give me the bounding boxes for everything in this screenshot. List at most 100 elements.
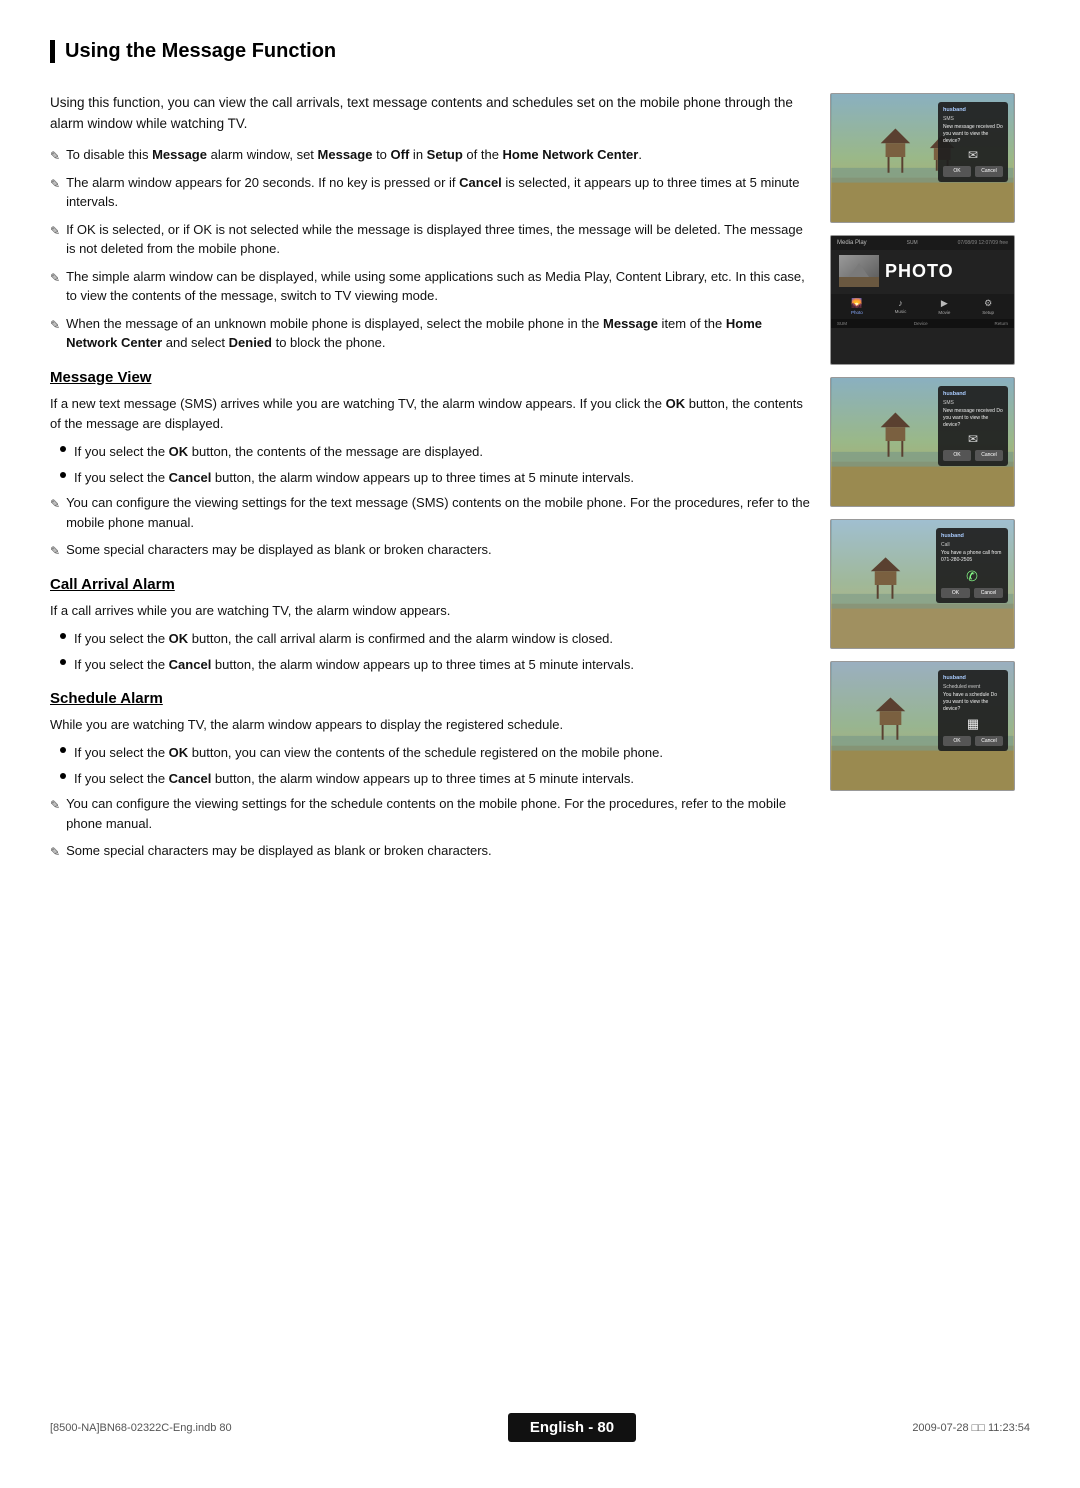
media-play-screen: Media Play SUM 07/08/09 12:07/09 free	[831, 236, 1014, 364]
subsection-call-title: Call Arrival Alarm	[50, 576, 810, 593]
tv-popup-cancel-sms-1: Cancel	[975, 166, 1003, 177]
media-photo-label: PHOTO	[885, 261, 954, 282]
media-nav-setup-label: Setup	[982, 310, 994, 315]
bullet-ca-2: If you select the Cancel button, the ala…	[60, 655, 810, 675]
bullet-text-mv-2: If you select the Cancel button, the ala…	[74, 468, 810, 488]
scenic-bg-3: husband Call You have a phone call from …	[831, 520, 1014, 648]
media-header: Media Play SUM 07/08/09 12:07/09 free	[831, 236, 1014, 250]
note-icon-mv-1: ✎	[50, 495, 60, 513]
subsection-message-view: Message View If a new text message (SMS)…	[50, 369, 810, 560]
bullet-text-sa-2: If you select the Cancel button, the ala…	[74, 769, 810, 789]
page-footer: [8500-NA]BN68-02322C-Eng.indb 80 English…	[50, 1413, 1030, 1442]
note-text-sa-2: Some special characters may be displayed…	[66, 841, 810, 861]
note-icon-4: ✎	[50, 269, 60, 287]
bullet-dot-ca-2	[60, 659, 66, 665]
note-icon-3: ✎	[50, 222, 60, 240]
tv-popup-ok-sched: OK	[943, 736, 971, 747]
media-nav-setup: ⚙ Setup	[982, 298, 994, 315]
footer-left-text: [8500-NA]BN68-02322C-Eng.indb 80	[50, 1422, 232, 1434]
section-title-text: Using the Message Function	[65, 40, 336, 63]
note-sa-2: ✎ Some special characters may be display…	[50, 841, 810, 861]
note-mv-2: ✎ Some special characters may be display…	[50, 540, 810, 560]
bullet-sa-2: If you select the Cancel button, the ala…	[60, 769, 810, 789]
media-nav-setup-icon: ⚙	[984, 298, 992, 309]
note-text-4: The simple alarm window can be displayed…	[66, 267, 810, 306]
note-item-5: ✎ When the message of an unknown mobile …	[50, 314, 810, 353]
tv-popup-btns-call: OK Cancel	[941, 588, 1003, 599]
bullet-ca-1: If you select the OK button, the call ar…	[60, 629, 810, 649]
bullet-text-mv-1: If you select the OK button, the content…	[74, 442, 810, 462]
notes-list: ✎ To disable this Message alarm window, …	[50, 145, 810, 353]
tv-popup-msg-sched: You have a schedule Do you want to view …	[943, 692, 1003, 713]
tv-popup-btns-sched: OK Cancel	[943, 736, 1003, 747]
media-footer: SUM Device Return	[831, 319, 1014, 328]
tv-popup-ok-call: OK	[941, 588, 970, 599]
subsection-schedule-intro: While you are watching TV, the alarm win…	[50, 715, 810, 735]
tv-popup-title-sched: husband	[943, 675, 1003, 682]
tv-popup-icon-sms-2: ✉	[943, 432, 1003, 448]
scenic-bg-1: husband SMS New message received Do you …	[831, 94, 1014, 222]
media-footer-left: SUM	[837, 321, 847, 326]
media-footer-return: Return	[994, 321, 1008, 326]
tv-popup-icon-sms-1: ✉	[943, 148, 1003, 164]
tv-popup-label-sms-1: SMS	[943, 116, 1003, 123]
media-nav-music-icon: ♪	[898, 298, 903, 308]
note-text-sa-1: You can configure the viewing settings f…	[66, 794, 810, 833]
page-container: Using the Message Function Using this fu…	[0, 0, 1080, 1488]
footer-right-text: 2009-07-28 □□ 11:23:54	[912, 1422, 1030, 1434]
note-item-4: ✎ The simple alarm window can be display…	[50, 267, 810, 306]
media-nav: 🌄 Photo ♪ Music ▶ Movie ⚙	[831, 294, 1014, 319]
left-column: Using this function, you can view the ca…	[50, 93, 810, 871]
note-text-1: To disable this Message alarm window, se…	[66, 145, 810, 165]
screenshot-sms-1: husband SMS New message received Do you …	[830, 93, 1015, 223]
subsection-schedule-alarm: Schedule Alarm While you are watching TV…	[50, 690, 810, 861]
tv-popup-ok-sms-2: OK	[943, 450, 971, 461]
note-icon-1: ✎	[50, 147, 60, 165]
tv-popup-btns-sms-1: OK Cancel	[943, 166, 1003, 177]
right-column: husband SMS New message received Do you …	[830, 93, 1030, 871]
tv-popup-label-sms-2: SMS	[943, 400, 1003, 407]
bullet-dot-mv-1	[60, 446, 66, 452]
media-nav-photo: 🌄 Photo	[851, 298, 863, 315]
tv-popup-msg-sms-1: New message received Do you want to view…	[943, 124, 1003, 145]
note-icon-sa-2: ✎	[50, 843, 60, 861]
note-text-5: When the message of an unknown mobile ph…	[66, 314, 810, 353]
section-title: Using the Message Function	[50, 40, 1030, 63]
tv-popup-msg-call: You have a phone call from 071-280-2505	[941, 550, 1003, 564]
tv-popup-title-call: husband	[941, 533, 1003, 540]
note-item-2: ✎ The alarm window appears for 20 second…	[50, 173, 810, 212]
media-thumb	[839, 255, 879, 287]
media-nav-music: ♪ Music	[895, 298, 907, 315]
bullet-text-ca-2: If you select the Cancel button, the ala…	[74, 655, 810, 675]
note-icon-5: ✎	[50, 316, 60, 334]
tv-popup-icon-sched: ▦	[943, 716, 1003, 733]
note-mv-1: ✎ You can configure the viewing settings…	[50, 493, 810, 532]
tv-popup-label-call: Call	[941, 542, 1003, 549]
tv-popup-schedule: husband Scheduled event You have a sched…	[938, 670, 1008, 751]
media-nav-music-label: Music	[895, 309, 907, 314]
screenshot-media-play: Media Play SUM 07/08/09 12:07/09 free	[830, 235, 1015, 365]
media-photo-area: PHOTO	[831, 250, 1014, 292]
note-text-mv-1: You can configure the viewing settings f…	[66, 493, 810, 532]
media-nav-movie-icon: ▶	[941, 298, 948, 309]
screenshot-sms-2: husband SMS New message received Do you …	[830, 377, 1015, 507]
note-icon-mv-2: ✎	[50, 542, 60, 560]
tv-popup-call: husband Call You have a phone call from …	[936, 528, 1008, 603]
screenshot-schedule: husband Scheduled event You have a sched…	[830, 661, 1015, 791]
subsection-message-view-intro: If a new text message (SMS) arrives whil…	[50, 394, 810, 434]
subsection-call-intro: If a call arrives while you are watching…	[50, 601, 810, 621]
tv-popup-sms-2: husband SMS New message received Do you …	[938, 386, 1008, 466]
tv-popup-btns-sms-2: OK Cancel	[943, 450, 1003, 461]
tv-popup-sms-1: husband SMS New message received Do you …	[938, 102, 1008, 182]
note-text-mv-2: Some special characters may be displayed…	[66, 540, 810, 560]
bullet-mv-2: If you select the Cancel button, the ala…	[60, 468, 810, 488]
tv-popup-icon-call: ✆	[941, 567, 1003, 585]
bullet-mv-1: If you select the OK button, the content…	[60, 442, 810, 462]
subsection-schedule-title: Schedule Alarm	[50, 690, 810, 707]
subsection-call-arrival: Call Arrival Alarm If a call arrives whi…	[50, 576, 810, 674]
note-icon-2: ✎	[50, 175, 60, 193]
media-footer-device: Device	[914, 321, 928, 326]
note-item-1: ✎ To disable this Message alarm window, …	[50, 145, 810, 165]
tv-popup-ok-sms-1: OK	[943, 166, 971, 177]
media-nav-photo-icon: 🌄	[851, 298, 862, 309]
